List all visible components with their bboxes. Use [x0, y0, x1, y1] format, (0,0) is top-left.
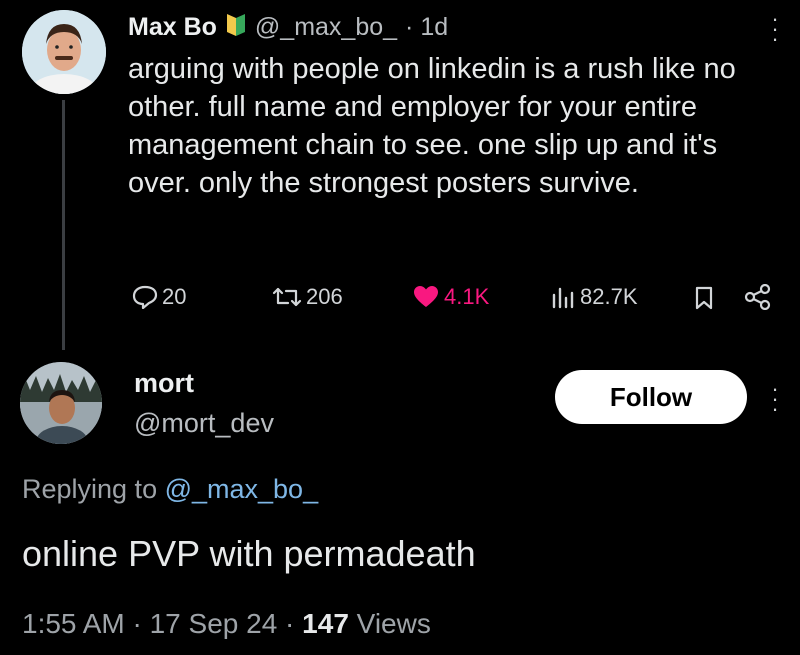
views-count: 82.7K [580, 284, 638, 309]
reply-meta: 1:55 AM · 17 Sep 24 · 147 Views [22, 608, 431, 640]
thread-connector-line [62, 100, 65, 350]
mention-link[interactable]: @_max_bo_ [165, 474, 319, 504]
reply-author-name[interactable]: mort [134, 368, 194, 399]
tweet-text: arguing with people on linkedin is a rus… [128, 53, 736, 199]
verified-badge-icon [225, 12, 247, 43]
views-number: 147 [302, 608, 349, 639]
views-label: Views [348, 608, 431, 639]
tweet-time[interactable]: · 1d [405, 13, 448, 42]
views-button[interactable]: 82.7K [550, 284, 638, 310]
reply-icon [132, 285, 158, 309]
replying-to: Replying to @_max_bo_ [22, 474, 318, 505]
author-name[interactable]: Max Bo [128, 13, 217, 42]
repost-count: 206 [306, 284, 343, 309]
heart-icon [412, 285, 440, 309]
follow-button[interactable]: Follow [555, 370, 747, 424]
timestamp[interactable]: 1:55 AM · 17 Sep 24 · [22, 608, 302, 639]
more-options-icon[interactable]: · · · [768, 8, 782, 50]
avatar[interactable] [20, 362, 102, 444]
avatar[interactable] [22, 10, 106, 94]
share-icon[interactable] [744, 283, 772, 315]
reply-text: online PVP with permadeath [22, 533, 476, 574]
reply-button[interactable]: 20 [132, 284, 186, 310]
reply-count: 20 [162, 284, 187, 309]
bookmark-icon[interactable] [693, 286, 715, 315]
author-handle[interactable]: @_max_bo_ [255, 13, 397, 42]
more-options-icon[interactable]: · · · [768, 378, 782, 420]
like-button[interactable]: 4.1K [412, 284, 489, 310]
repost-button[interactable]: 206 [272, 284, 343, 310]
tweet-header: Max Bo @_max_bo_ · 1d [128, 12, 448, 43]
like-count: 4.1K [444, 284, 490, 309]
repost-icon [272, 285, 302, 309]
reply-author-handle[interactable]: @mort_dev [134, 408, 274, 439]
replying-to-label: Replying to [22, 474, 165, 504]
bar-chart-icon [550, 285, 576, 309]
